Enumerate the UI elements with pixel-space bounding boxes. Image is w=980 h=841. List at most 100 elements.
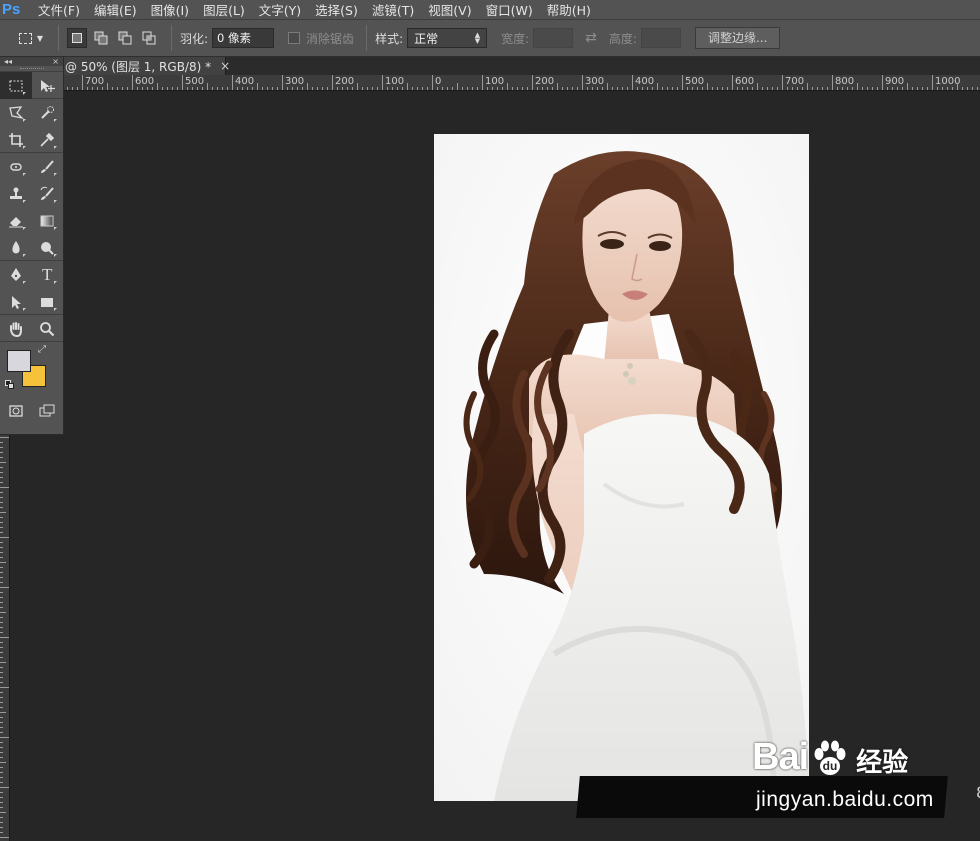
- menu-type[interactable]: 文字(Y): [259, 0, 301, 19]
- vertical-ruler[interactable]: [0, 435, 10, 841]
- swap-colors-icon[interactable]: ⤢: [38, 344, 46, 355]
- ruler-minor-tick: [617, 87, 618, 90]
- menu-view[interactable]: 视图(V): [428, 0, 471, 19]
- rectangle-tool[interactable]: [32, 288, 64, 315]
- style-select[interactable]: 正常 ▲ ▼: [407, 28, 488, 48]
- zoom-tool[interactable]: [32, 315, 64, 342]
- clone-stamp-tool[interactable]: [0, 180, 32, 207]
- move-tool[interactable]: [32, 72, 64, 99]
- subtract-from-selection-button[interactable]: [115, 28, 135, 48]
- swap-width-height-icon[interactable]: ⇄: [585, 30, 597, 46]
- marquee-icon: [18, 32, 32, 44]
- ruler-minor-tick: [927, 87, 928, 90]
- width-input[interactable]: [533, 28, 574, 48]
- type-tool[interactable]: T: [32, 261, 64, 288]
- ruler-minor-tick: [377, 87, 378, 90]
- ruler-label: 200: [335, 76, 355, 87]
- ruler-minor-tick: [67, 87, 68, 90]
- menu-edit[interactable]: 编辑(E): [94, 0, 137, 19]
- divider: [171, 25, 172, 51]
- blur-tool[interactable]: [0, 234, 32, 261]
- pen-tool[interactable]: [0, 261, 32, 288]
- screen-mode-icon: [39, 404, 55, 417]
- ruler-tick: [0, 622, 3, 623]
- quick-mask-button[interactable]: [0, 400, 32, 422]
- ruler-major-tick: [932, 75, 933, 90]
- add-to-selection-button[interactable]: [91, 28, 111, 48]
- ruler-tick: [0, 467, 3, 468]
- eraser-tool[interactable]: [0, 207, 32, 234]
- brush-tool[interactable]: [32, 153, 64, 180]
- lasso-tool[interactable]: [0, 99, 32, 126]
- ruler-minor-tick: [242, 87, 243, 90]
- ruler-tick: [0, 717, 3, 718]
- document-canvas[interactable]: [434, 134, 809, 801]
- ruler-minor-tick: [402, 87, 403, 90]
- ruler-minor-tick: [822, 87, 823, 90]
- collapse-panel-icon[interactable]: ◂◂: [4, 57, 12, 66]
- spot-healing-brush-tool[interactable]: [0, 153, 32, 180]
- ruler-minor-tick: [947, 87, 948, 90]
- feather-input[interactable]: 0 像素: [212, 28, 275, 48]
- document-tab-title: @ 50% (图层 1, RGB/8) *: [65, 59, 212, 74]
- screen-mode-button[interactable]: [32, 400, 64, 422]
- menu-filter[interactable]: 滤镜(T): [372, 0, 414, 19]
- close-icon[interactable]: ×: [220, 59, 230, 73]
- ruler-major-tick: [682, 75, 683, 90]
- antialias-checkbox[interactable]: [288, 32, 301, 44]
- ruler-tick: [0, 772, 3, 773]
- ruler-minor-tick: [887, 87, 888, 90]
- new-selection-button[interactable]: [67, 28, 87, 48]
- ruler-tick: [0, 592, 3, 593]
- ruler-minor-tick: [262, 87, 263, 90]
- ruler-tick: [0, 707, 3, 708]
- ruler-minor-tick: [652, 87, 653, 90]
- ruler-label: 700: [85, 76, 105, 87]
- ruler-minor-tick: [627, 87, 628, 90]
- gradient-tool[interactable]: [32, 207, 64, 234]
- paw-icon: du: [814, 740, 846, 775]
- tool-preset-picker[interactable]: ▼: [12, 26, 50, 50]
- foreground-color-swatch[interactable]: [7, 350, 31, 372]
- ruler-minor-tick: [357, 83, 358, 90]
- menu-image[interactable]: 图像(I): [151, 0, 189, 19]
- antialias-label: 消除锯齿: [306, 31, 355, 46]
- intersect-selection-button[interactable]: [139, 28, 159, 48]
- refine-edge-button[interactable]: 调整边缘...: [694, 27, 781, 49]
- watermark-brand-left: Bai: [752, 736, 809, 778]
- ruler-tick: [0, 682, 3, 683]
- ruler-minor-tick: [762, 87, 763, 90]
- ruler-minor-tick: [522, 87, 523, 90]
- ruler-minor-tick: [827, 87, 828, 90]
- dodge-tool[interactable]: [32, 234, 64, 261]
- menu-select[interactable]: 选择(S): [315, 0, 358, 19]
- rectangular-marquee-tool[interactable]: [0, 72, 32, 99]
- ruler-minor-tick: [697, 87, 698, 90]
- horizontal-ruler[interactable]: 700 600 500 400 300 200 100 0 100 200 300 400 500 600…: [64, 75, 980, 91]
- ruler-minor-tick: [167, 87, 168, 90]
- height-input[interactable]: [640, 28, 681, 48]
- menu-window[interactable]: 窗口(W): [486, 0, 533, 19]
- eyedropper-tool[interactable]: [32, 126, 64, 153]
- ruler-minor-tick: [137, 87, 138, 90]
- document-tab[interactable]: @ 50% (图层 1, RGB/8) * ×: [64, 57, 230, 75]
- ruler-minor-tick: [807, 83, 808, 90]
- ruler-minor-tick: [427, 87, 428, 90]
- quick-selection-tool[interactable]: [32, 99, 64, 126]
- crop-tool[interactable]: [0, 126, 32, 153]
- ruler-tick: [0, 512, 6, 513]
- menu-layer[interactable]: 图层(L): [203, 0, 245, 19]
- menu-help[interactable]: 帮助(H): [547, 0, 591, 19]
- ruler-tick: [0, 527, 3, 528]
- close-panel-icon[interactable]: ×: [52, 57, 59, 66]
- ruler-tick: [0, 747, 3, 748]
- ruler-minor-tick: [707, 83, 708, 90]
- path-selection-tool[interactable]: [0, 288, 32, 315]
- tools-panel-header: ◂◂ ×: [0, 57, 63, 66]
- ruler-minor-tick: [287, 87, 288, 90]
- ruler-minor-tick: [557, 83, 558, 90]
- history-brush-tool[interactable]: [32, 180, 64, 207]
- menu-file[interactable]: 文件(F): [38, 0, 80, 19]
- default-colors-icon[interactable]: [5, 380, 14, 389]
- hand-tool[interactable]: [0, 315, 32, 342]
